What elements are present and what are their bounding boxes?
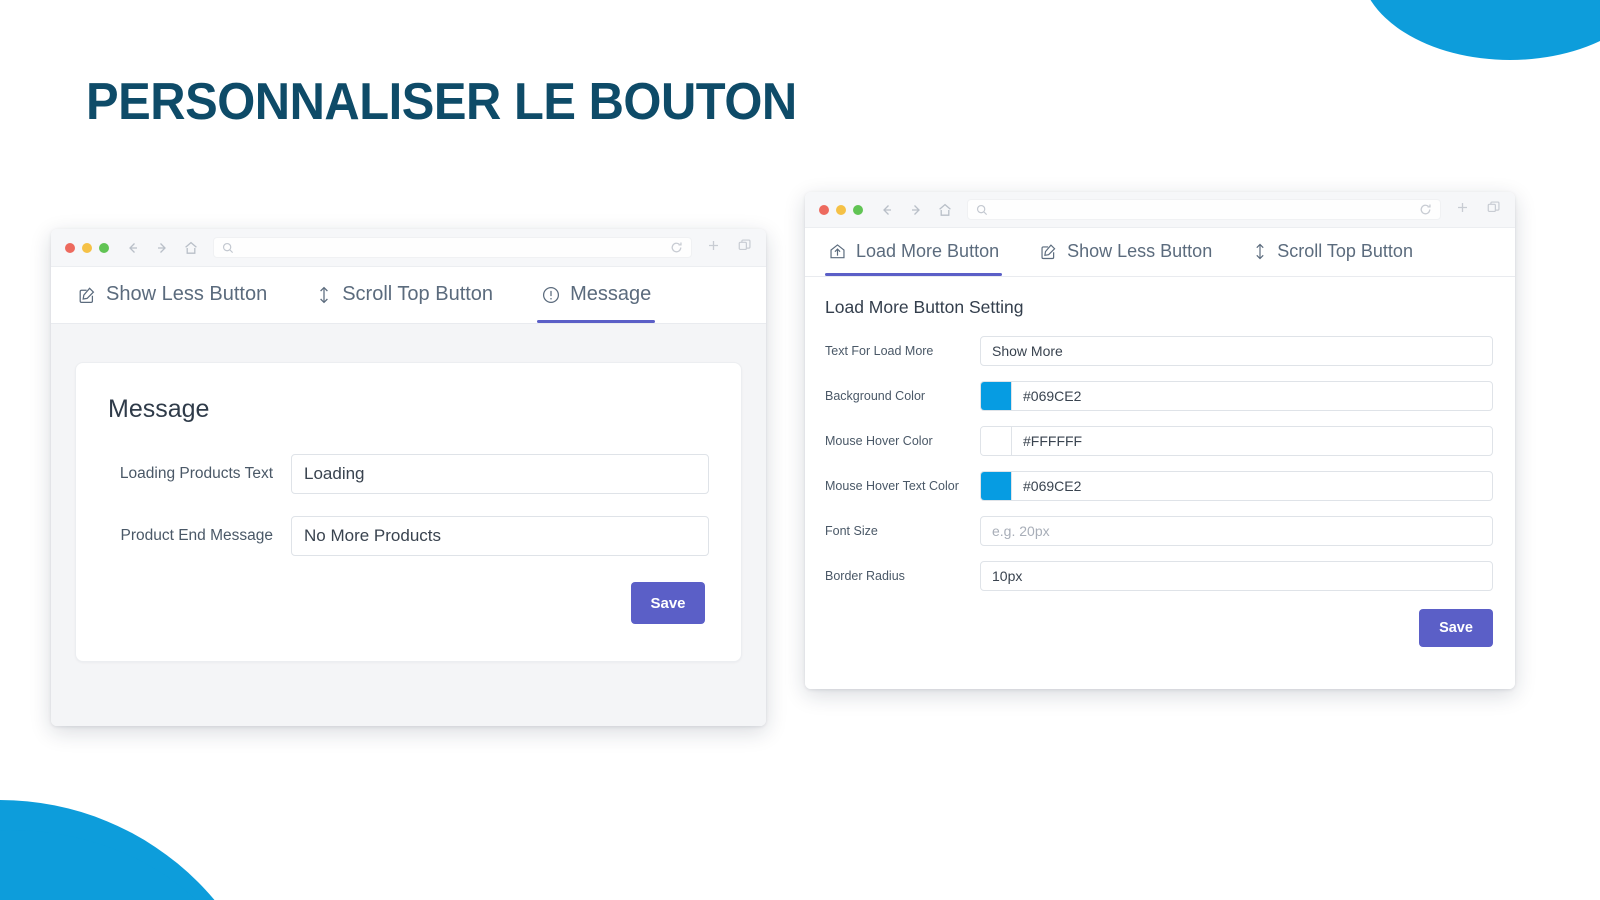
input-value: #069CE2 — [1023, 388, 1082, 404]
save-button[interactable]: Save — [1419, 609, 1493, 647]
traffic-light-buttons — [65, 242, 109, 253]
settings-tab-strip: Show Less Button Scroll Top Button Messa… — [51, 267, 766, 324]
load-more-settings-panel: Load More Button Setting Text For Load M… — [805, 277, 1515, 689]
input-value: No More Products — [304, 526, 441, 545]
field-label: Background Color — [825, 389, 926, 403]
pencil-square-icon — [1039, 242, 1058, 261]
mouse-hover-color-input[interactable]: #FFFFFF — [980, 426, 1493, 456]
tab-label: Message — [570, 283, 652, 305]
browser-window-message: Show Less Button Scroll Top Button Messa… — [51, 229, 766, 726]
field-label: Border Radius — [825, 569, 905, 583]
browser-nav-icons — [879, 202, 953, 218]
product-end-message-input[interactable]: No More Products — [291, 516, 709, 556]
message-settings-card: Message Loading Products Text Loading Pr… — [75, 362, 742, 662]
settings-tab-strip: Load More Button Show Less Button Scroll… — [805, 228, 1515, 277]
text-for-load-more-input[interactable]: Show More — [980, 336, 1493, 366]
close-window-button[interactable] — [65, 242, 75, 253]
field-font-size: Font Size e.g. 20px — [825, 516, 1493, 546]
field-border-radius: Border Radius 10px — [825, 561, 1493, 591]
upload-arrow-icon — [828, 242, 847, 261]
color-swatch[interactable] — [981, 472, 1012, 500]
field-text-for-load-more: Text For Load More Show More — [825, 336, 1493, 366]
save-button[interactable]: Save — [631, 582, 705, 624]
page-title: PERSONNALISER LE BOUTON — [86, 73, 797, 131]
maximize-window-button[interactable] — [853, 204, 863, 215]
loading-products-text-input[interactable]: Loading — [291, 454, 709, 494]
card-heading: Message — [108, 395, 210, 423]
plus-icon[interactable] — [1455, 200, 1470, 220]
settings-panel-body: Message Loading Products Text Loading Pr… — [51, 324, 766, 726]
arrows-vertical-icon — [1252, 242, 1268, 261]
field-product-end-message: Product End Message No More Products — [106, 516, 709, 556]
arrow-left-icon[interactable] — [879, 202, 895, 218]
browser-chrome-right-icons — [706, 238, 752, 258]
home-icon[interactable] — [183, 240, 199, 256]
border-radius-input[interactable]: 10px — [980, 561, 1493, 591]
maximize-window-button[interactable] — [99, 242, 109, 253]
field-background-color: Background Color #069CE2 — [825, 381, 1493, 411]
input-value: Show More — [992, 343, 1063, 359]
slide-canvas: PERSONNALISER LE BOUTON Show Less Button… — [0, 0, 1600, 900]
home-icon[interactable] — [937, 202, 953, 218]
arrow-left-icon[interactable] — [125, 240, 141, 256]
mouse-hover-text-color-input[interactable]: #069CE2 — [980, 471, 1493, 501]
browser-window-load-more: Load More Button Show Less Button Scroll… — [805, 192, 1515, 689]
search-icon — [222, 242, 234, 254]
input-value: 10px — [992, 568, 1023, 584]
field-label: Product End Message — [120, 527, 273, 544]
exclamation-circle-icon — [541, 285, 561, 305]
field-label: Loading Products Text — [119, 465, 273, 482]
field-mouse-hover-color: Mouse Hover Color #FFFFFF — [825, 426, 1493, 456]
tab-scroll-top-button[interactable]: Scroll Top Button — [1249, 227, 1416, 276]
tab-message[interactable]: Message — [537, 266, 656, 323]
input-value: #FFFFFF — [1023, 433, 1083, 449]
arrows-vertical-icon — [315, 285, 333, 305]
reload-icon[interactable] — [1419, 203, 1432, 216]
minimize-window-button[interactable] — [82, 242, 92, 253]
tab-load-more-button[interactable]: Load More Button — [825, 227, 1003, 276]
field-mouse-hover-text-color: Mouse Hover Text Color #069CE2 — [825, 471, 1493, 501]
font-size-input[interactable]: e.g. 20px — [980, 516, 1493, 546]
panel-heading: Load More Button Setting — [825, 297, 1024, 317]
tab-label: Show Less Button — [1067, 241, 1213, 261]
field-label: Mouse Hover Text Color — [825, 479, 959, 493]
tab-label: Scroll Top Button — [342, 283, 494, 305]
tab-scroll-top-button[interactable]: Scroll Top Button — [311, 266, 497, 323]
close-window-button[interactable] — [819, 204, 829, 215]
pencil-square-icon — [77, 285, 97, 305]
input-value: Loading — [304, 464, 365, 483]
save-row: Save — [106, 582, 709, 624]
color-swatch[interactable] — [981, 427, 1012, 455]
arrow-right-icon[interactable] — [154, 240, 170, 256]
decorative-blue-blob-top-right — [1360, 0, 1600, 60]
copy-windows-icon[interactable] — [1486, 200, 1501, 220]
input-placeholder: e.g. 20px — [992, 523, 1050, 539]
arrow-right-icon[interactable] — [908, 202, 924, 218]
tab-label: Show Less Button — [106, 283, 268, 305]
address-bar[interactable] — [213, 237, 692, 258]
browser-chrome-right-icons — [1455, 200, 1501, 220]
address-bar[interactable] — [967, 199, 1441, 220]
browser-chrome-bar — [805, 192, 1515, 228]
tab-label: Load More Button — [856, 241, 1000, 261]
tab-show-less-button[interactable]: Show Less Button — [1036, 227, 1215, 276]
field-label: Text For Load More — [825, 344, 934, 358]
background-color-input[interactable]: #069CE2 — [980, 381, 1493, 411]
traffic-light-buttons — [819, 204, 863, 215]
search-icon — [976, 204, 988, 216]
input-value: #069CE2 — [1023, 478, 1082, 494]
field-label: Mouse Hover Color — [825, 434, 933, 448]
color-swatch[interactable] — [981, 382, 1012, 410]
browser-nav-icons — [125, 240, 199, 256]
reload-icon[interactable] — [670, 241, 683, 254]
field-loading-products-text: Loading Products Text Loading — [106, 454, 709, 494]
plus-icon[interactable] — [706, 238, 721, 258]
save-row: Save — [825, 609, 1493, 647]
minimize-window-button[interactable] — [836, 204, 846, 215]
browser-chrome-bar — [51, 229, 766, 267]
copy-windows-icon[interactable] — [737, 238, 752, 258]
tab-label: Scroll Top Button — [1277, 241, 1413, 261]
tab-show-less-button[interactable]: Show Less Button — [73, 266, 271, 323]
field-label: Font Size — [825, 524, 878, 538]
